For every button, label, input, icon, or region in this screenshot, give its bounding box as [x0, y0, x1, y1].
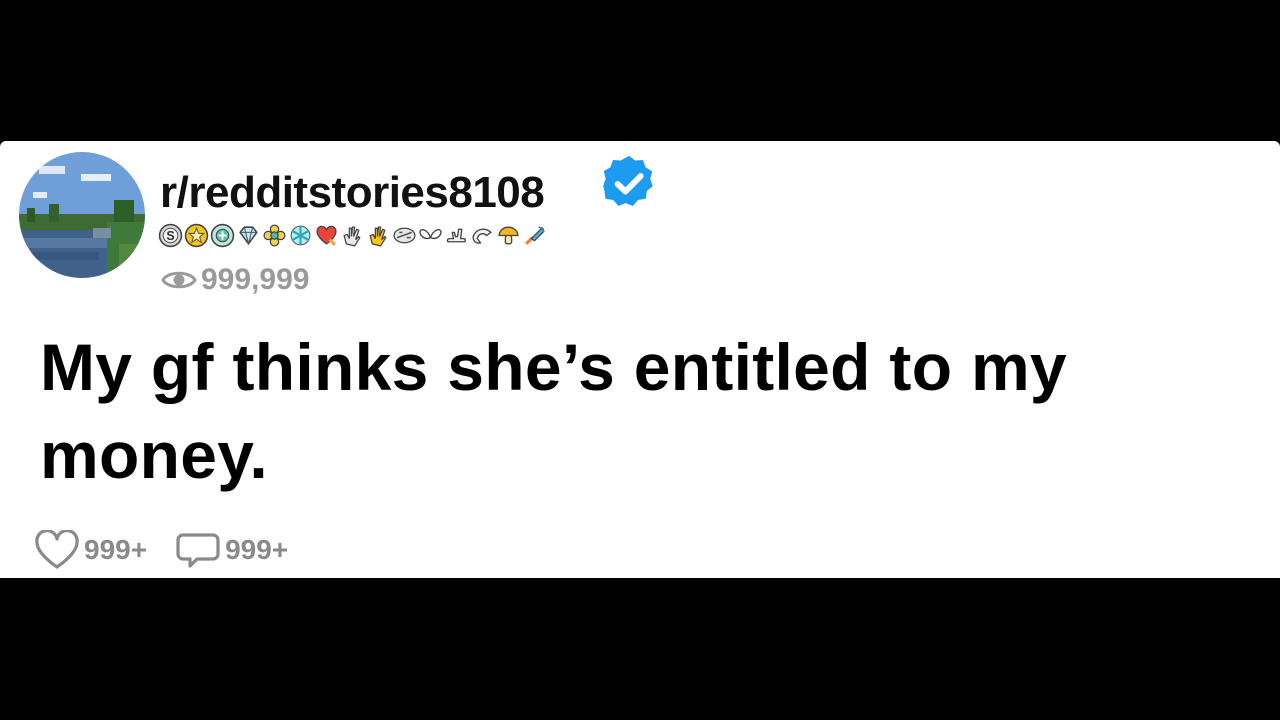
mushroom-award-icon — [498, 226, 519, 245]
verified-check-icon — [603, 155, 653, 206]
clap-award-icon — [343, 226, 361, 247]
wings-award-icon — [419, 229, 442, 240]
username[interactable]: r/redditstories8108 — [160, 165, 545, 221]
wink-award-icon — [393, 227, 416, 244]
avatar[interactable] — [19, 152, 145, 278]
snowflake-award-icon — [290, 225, 311, 246]
flower-award-icon — [263, 224, 286, 247]
gold-clap-award-icon — [369, 226, 387, 247]
comment-count: 999+ — [225, 534, 289, 565]
dart-award-icon — [525, 226, 545, 245]
eye-icon — [161, 271, 197, 289]
awards-row: S — [158, 223, 548, 248]
gold-star-award-icon — [184, 223, 209, 248]
view-count: 999,999 — [161, 263, 309, 297]
platinum-award-icon — [210, 223, 235, 248]
heart-rocket-award-icon — [316, 225, 337, 246]
hand-award-icon — [446, 228, 467, 243]
wave-award-icon — [472, 228, 492, 244]
like-count: 999+ — [84, 534, 148, 565]
heart-icon — [35, 530, 79, 569]
diamond-award-icon — [239, 226, 258, 246]
svg-text:S: S — [166, 229, 174, 243]
comment-bubble-icon — [176, 533, 220, 568]
comment-button[interactable]: 999+ — [175, 530, 288, 570]
post-title[interactable]: My gf thinks she’s entitled to my money. — [40, 323, 1240, 499]
view-count-value: 999,999 — [201, 263, 310, 296]
like-button[interactable]: 999+ — [34, 530, 147, 570]
post-card: r/redditstories8108 S 999,999 My gf thin… — [0, 141, 1280, 578]
silver-award-icon: S — [158, 223, 183, 248]
post-actions: 999+ 999+ — [34, 530, 316, 570]
